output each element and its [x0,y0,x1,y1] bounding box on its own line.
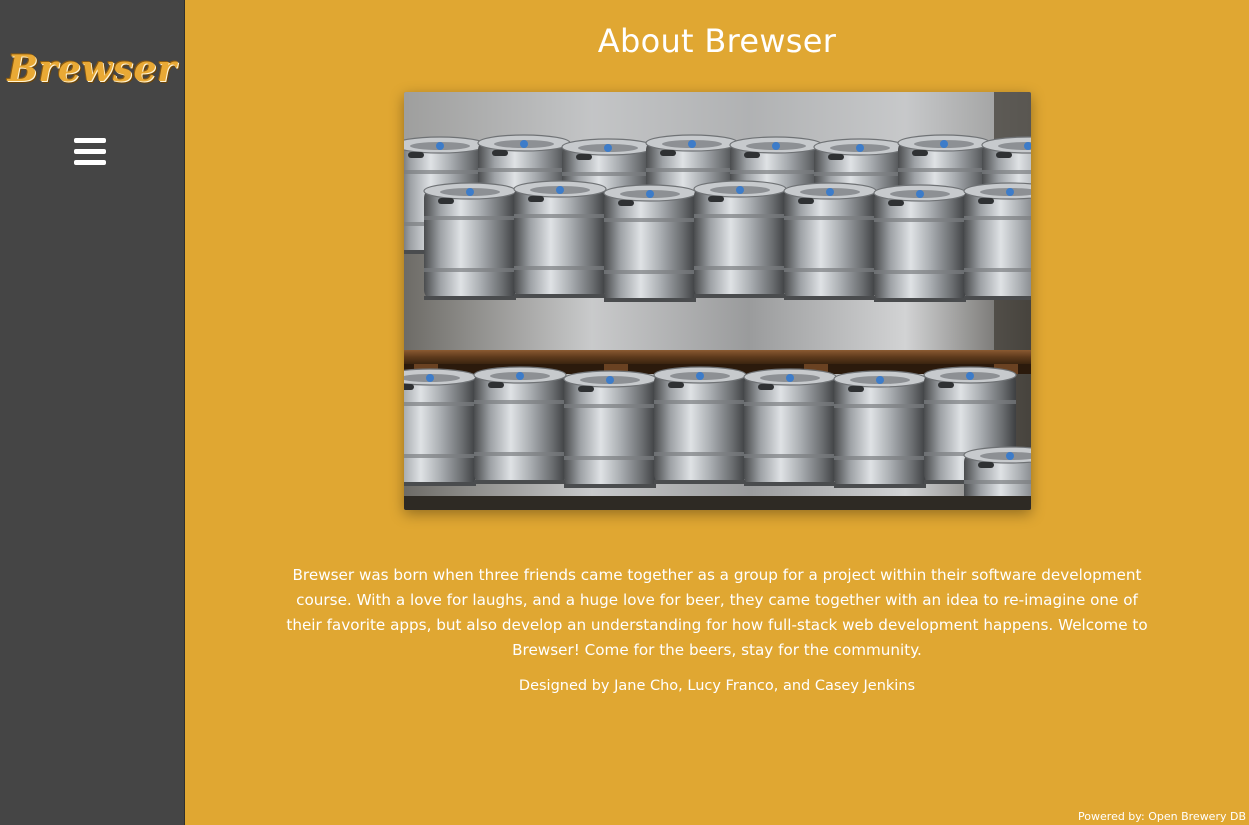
kegs-hero-image [404,92,1031,510]
menu-bar [74,138,106,143]
main-content: About Brewser Brewser was born when thre… [185,0,1249,825]
about-description: Brewser was born when three friends came… [286,566,1148,659]
open-brewery-db-link[interactable]: Open Brewery DB [1148,810,1246,823]
sidebar: Brewser [0,0,185,825]
hamburger-menu-icon[interactable] [74,138,106,168]
brewser-logo[interactable]: Brewser [0,48,184,90]
menu-bar [74,149,106,154]
menu-bar [74,160,106,165]
designer-credits: Designed by Jane Cho, Lucy Franco, and C… [518,678,916,694]
powered-by-label: Powered by: [1078,810,1145,823]
powered-by: Powered by: Open Brewery DB [1078,810,1246,823]
page-title: About Brewser [597,22,837,60]
